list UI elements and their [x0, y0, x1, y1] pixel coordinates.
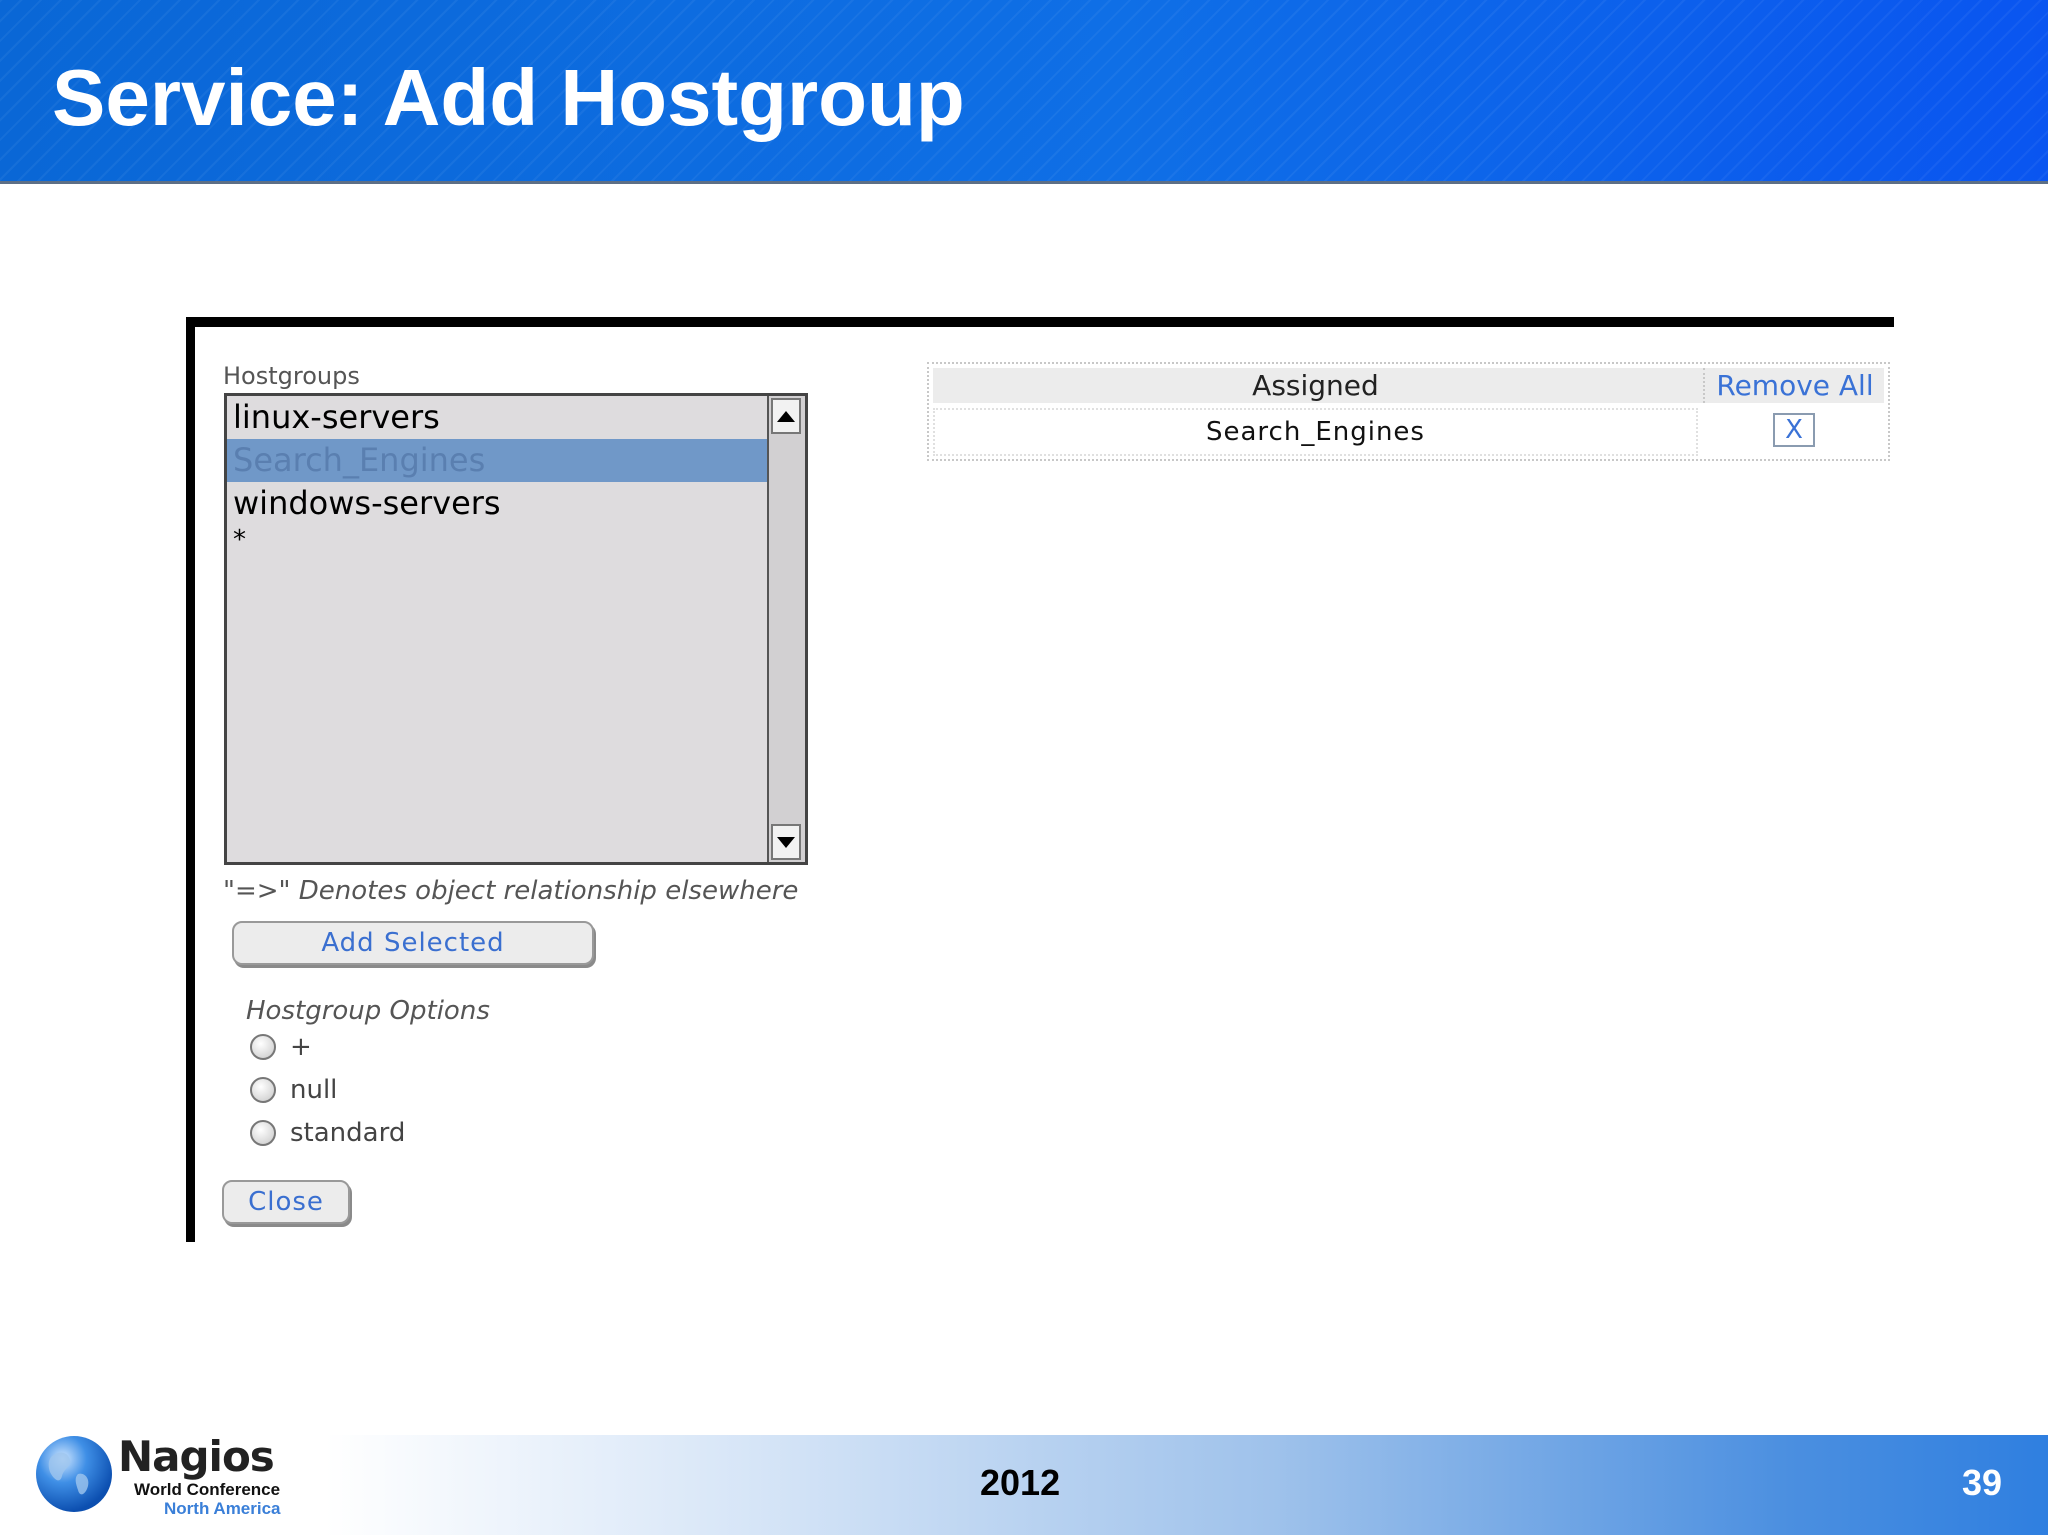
remove-all-link[interactable]: Remove All [1703, 368, 1885, 403]
remove-row-button[interactable]: X [1773, 413, 1815, 447]
close-button[interactable]: Close [222, 1180, 350, 1224]
option-null[interactable]: null [250, 1074, 337, 1106]
globe-icon [36, 1436, 112, 1512]
arrow-up-icon [777, 410, 795, 422]
nagios-logo: Nagios World Conference North America [34, 1432, 294, 1522]
relationship-note: "=>" Denotes object relationship elsewhe… [223, 876, 799, 906]
scroll-down-button[interactable] [771, 824, 801, 860]
slide-title: Service: Add Hostgroup [52, 53, 965, 142]
assigned-column-header: Assigned [1252, 369, 1379, 402]
arrow-down-icon [777, 836, 795, 848]
assigned-table: Assigned Remove All Search_Engines X [927, 362, 1890, 461]
slide-header: Service: Add Hostgroup [0, 0, 2048, 184]
add-selected-button[interactable]: Add Selected [232, 921, 594, 965]
radio-button[interactable] [250, 1120, 276, 1146]
assigned-row-name: Search_Engines [933, 408, 1698, 456]
radio-button[interactable] [250, 1034, 276, 1060]
listbox-scrollbar[interactable] [767, 396, 805, 862]
option-label: standard [290, 1118, 406, 1148]
list-item[interactable]: windows-servers [227, 482, 767, 525]
scroll-up-button[interactable] [771, 398, 801, 434]
option-label: + [290, 1032, 312, 1062]
assigned-table-header: Assigned Remove All [933, 368, 1884, 403]
page-number: 39 [1962, 1462, 2003, 1503]
hostgroups-listbox[interactable]: linux-servers Search_Engines windows-ser… [224, 393, 808, 865]
radio-button[interactable] [250, 1077, 276, 1103]
option-plus[interactable]: + [250, 1031, 312, 1063]
list-item-selected[interactable]: Search_Engines [227, 439, 767, 482]
list-item[interactable]: linux-servers [227, 396, 767, 439]
footer-year: 2012 [980, 1462, 1061, 1503]
logo-line1: World Conference [134, 1480, 281, 1499]
logo-wordmark: Nagios [118, 1432, 275, 1481]
hostgroup-options-label: Hostgroup Options [246, 996, 490, 1026]
option-label: null [290, 1075, 338, 1105]
logo-line2: North America [164, 1499, 281, 1518]
hostgroups-label: Hostgroups [223, 362, 360, 390]
option-standard[interactable]: standard [250, 1117, 405, 1149]
list-item[interactable]: * [227, 525, 767, 555]
footer-band [325, 1435, 2048, 1535]
